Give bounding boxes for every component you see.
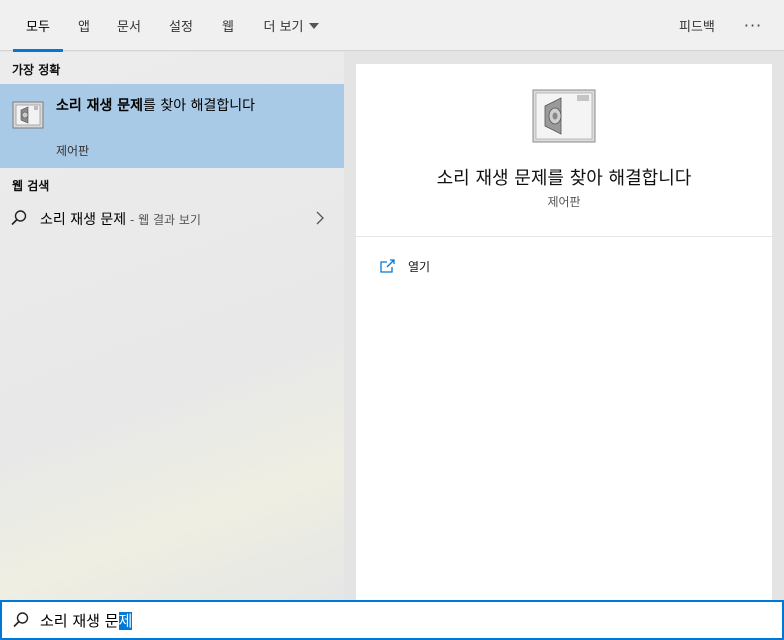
speaker-troubleshooter-icon [532, 89, 596, 143]
web-search-query-text: 소리 재생 문제 [40, 212, 127, 228]
tab-apps[interactable]: 앱 [72, 0, 96, 51]
speaker-troubleshooter-icon [12, 101, 44, 129]
best-match-header: 가장 정확 [12, 63, 61, 77]
best-match-title-bold: 소리 재생 문제 [56, 98, 144, 114]
preview-subtitle: 제어판 [547, 195, 581, 209]
tab-all[interactable]: 모두 [13, 0, 63, 52]
chevron-right-icon[interactable] [314, 210, 326, 226]
open-label: 열기 [408, 259, 431, 274]
tab-web[interactable]: 웹 [216, 0, 240, 51]
web-search-query: 소리 재생 문제 - 웹 결과 보기 [40, 209, 201, 229]
open-button[interactable]: 열기 [380, 256, 430, 276]
search-typed-text: 소리 재생 문 [40, 612, 119, 630]
best-match-title-rest: 를 찾아 해결합니다 [143, 98, 255, 114]
tab-all-label: 모두 [26, 20, 50, 35]
search-box[interactable]: 소리 재생 문제 [0, 600, 784, 640]
tab-more[interactable]: 더 보기 [258, 0, 324, 51]
search-input[interactable]: 소리 재생 문제 [40, 610, 133, 631]
filter-tab-bar: 모두 앱 문서 설정 웹 더 보기 피드백 ··· [0, 0, 784, 52]
feedback-button[interactable]: 피드백 [679, 0, 715, 51]
search-icon [11, 210, 27, 226]
tab-documents[interactable]: 문서 [112, 0, 146, 51]
search-icon [13, 612, 29, 628]
preview-panel: 소리 재생 문제를 찾아 해결합니다 제어판 열기 [356, 64, 772, 600]
chevron-down-icon [308, 22, 319, 29]
web-search-header: 웹 검색 [12, 179, 50, 193]
results-panel: 가장 정확 소리 재생 문제를 찾아 해결합니다 제어판 웹 검색 소리 재생 … [0, 52, 344, 600]
web-search-result[interactable]: 소리 재생 문제 - 웹 결과 보기 [0, 202, 344, 234]
tab-apps-label: 앱 [78, 20, 90, 35]
divider [356, 236, 772, 237]
feedback-label: 피드백 [679, 20, 715, 35]
tab-web-label: 웹 [222, 20, 234, 35]
best-match-title: 소리 재생 문제를 찾아 해결합니다 [56, 96, 296, 116]
tab-more-label: 더 보기 [263, 20, 304, 35]
best-match-result[interactable]: 소리 재생 문제를 찾아 해결합니다 제어판 [0, 84, 344, 168]
best-match-subtitle: 제어판 [56, 144, 90, 158]
web-search-hint: - 웹 결과 보기 [126, 213, 201, 227]
tab-settings[interactable]: 설정 [164, 0, 198, 51]
more-options-button[interactable]: ··· [742, 0, 764, 51]
open-icon [380, 259, 395, 273]
tab-settings-label: 설정 [169, 20, 193, 35]
tab-documents-label: 문서 [117, 20, 141, 35]
search-selected-text: 제 [118, 612, 133, 630]
preview-title: 소리 재생 문제를 찾아 해결합니다 [436, 168, 692, 189]
